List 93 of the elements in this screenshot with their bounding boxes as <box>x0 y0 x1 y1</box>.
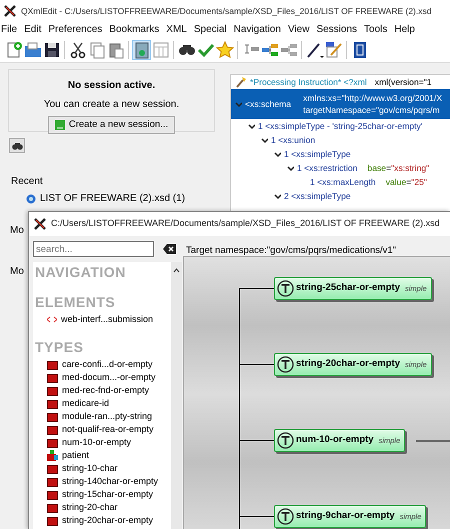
menu-item[interactable]: Preferences <box>47 22 108 37</box>
menu-item[interactable]: Edit <box>23 22 48 37</box>
type-icon <box>47 360 58 370</box>
nav-item[interactable]: string-20char-or-empty <box>62 514 154 528</box>
nav-item[interactable]: medicare-id <box>62 396 110 410</box>
app-logo-icon <box>33 217 47 231</box>
type-icon <box>47 490 58 500</box>
chevron-icon[interactable] <box>261 136 268 144</box>
recent-file-item[interactable]: LIST OF FREEWARE (2).xsd (1) <box>26 191 186 206</box>
nav-item[interactable]: med-rec-fnd-or-empty <box>62 384 150 398</box>
type-icon <box>47 516 58 526</box>
type-icon <box>47 476 58 486</box>
type-icon <box>47 450 58 461</box>
nav-item[interactable]: not-qualif-rea-or-empty <box>62 422 154 436</box>
menu-item[interactable]: Help <box>393 22 421 37</box>
type-icon <box>47 438 58 448</box>
chevron-icon[interactable] <box>274 150 281 158</box>
window-title: C:/Users/LISTOFFREEWARE/Documents/sample/XSD_Files_2016/LIST OF FREEWARE (2).xsd <box>51 217 440 230</box>
section-label: Mo <box>10 265 24 279</box>
create-session-button[interactable]: Create a new session... <box>48 116 176 134</box>
new-file-icon <box>4 40 22 58</box>
menu-item[interactable]: Navigation <box>232 22 287 37</box>
tree-row[interactable]: 1 <xs:restriction base="xs:string" <box>231 161 450 175</box>
tree-row[interactable]: 1 <xs:maxLength value="25" <box>231 175 450 189</box>
document-view-icon <box>132 40 150 58</box>
section-heading: TYPES <box>34 339 84 356</box>
session-hint: You can create a new session. <box>44 98 180 112</box>
nav-item[interactable]: web-interf...submission <box>61 312 154 326</box>
toolbar-button[interactable] <box>132 40 151 60</box>
wand-icon <box>235 76 247 88</box>
clear-icon[interactable] <box>163 244 176 254</box>
folder-icon <box>24 40 42 58</box>
type-icon <box>47 412 58 422</box>
type-icon <box>47 502 58 512</box>
save-icon <box>42 40 60 58</box>
nav-item[interactable]: string-140char-or-empty <box>62 474 158 488</box>
file-icon <box>26 193 36 204</box>
scroll-up-icon[interactable] <box>173 268 180 273</box>
section-heading: NAVIGATION <box>34 264 127 281</box>
tree-row[interactable]: 1 <xs:simpleType - 'string-25char-or-empty' <box>231 119 450 133</box>
menu-item[interactable]: Tools <box>363 22 394 37</box>
tree-row[interactable]: *Processing Instruction* <?xml xml(version="1 <box>231 75 450 89</box>
section-label: Mo <box>10 224 24 238</box>
menu-item[interactable]: Special <box>192 22 233 37</box>
nav-item[interactable]: med-docum...-or-empty <box>62 370 156 384</box>
search-field[interactable]: search... <box>33 241 154 257</box>
target-namespace: Target namespace:"gov/cms/pqrs/medications/v1" <box>186 244 396 258</box>
chevron-icon[interactable] <box>274 192 281 200</box>
pen-icon <box>306 40 324 58</box>
chevron-icon[interactable] <box>248 122 255 130</box>
type-icon <box>47 398 58 408</box>
nav-item[interactable]: string-20-char <box>62 500 118 514</box>
type-circle-icon <box>277 280 294 297</box>
scrollbar[interactable] <box>171 262 182 529</box>
tree-row[interactable]: <xs:schema xmlns:xs="http://www.w3.org/2001/X targetNamespace="gov/cms/pqrs/m <box>231 89 450 119</box>
paste-icon <box>106 40 124 58</box>
code-icon <box>47 316 57 323</box>
chevron-icon[interactable] <box>287 164 294 172</box>
type-circle-icon <box>277 432 294 449</box>
star-icon <box>216 40 234 58</box>
menu-item[interactable]: File <box>0 22 24 37</box>
type-icon <box>47 424 58 434</box>
search-icon <box>178 44 194 54</box>
type-circle-icon <box>277 508 294 525</box>
menu-item[interactable]: Bookmarks <box>108 22 166 37</box>
menu-item[interactable]: View <box>286 22 316 37</box>
nav-item[interactable]: string-10-char <box>62 462 118 476</box>
menu-item[interactable]: Sessions <box>315 22 364 37</box>
type-icon <box>47 372 58 382</box>
nav-item[interactable]: care-confi...d-or-empty <box>62 358 153 372</box>
tree-row[interactable]: 1 <xs:simpleType <box>231 147 450 161</box>
table-icon <box>152 40 170 58</box>
copy-icon <box>88 40 106 58</box>
tree-row[interactable]: 2 <xs:simpleType <box>231 189 450 203</box>
nav-item[interactable]: module-ran...pty-string <box>62 410 152 424</box>
window-title: QXmlEdit - C:/Users/LISTOFFREEWARE/Documents/sample/XSD_Files_2016/LIST OF FREEWARE (2).xsd <box>21 4 432 18</box>
recent-heading: Recent <box>11 175 43 189</box>
scissors-icon <box>68 40 86 58</box>
binoculars-icon <box>12 142 22 150</box>
nav-item[interactable]: num-10-or-empty <box>62 436 132 450</box>
type-icon <box>47 464 58 474</box>
tree-row[interactable]: 1 <xs:union <box>231 133 450 147</box>
xsd-pen-icon <box>324 40 342 58</box>
menu-item[interactable]: XML <box>165 22 193 37</box>
type-icon <box>47 386 58 396</box>
nav-item[interactable]: string-15char-or-empty <box>62 488 154 502</box>
app-logo-icon <box>3 4 17 18</box>
section-heading: ELEMENTS <box>34 294 116 311</box>
type-circle-icon <box>277 356 294 373</box>
session-status: No session active. <box>68 79 156 93</box>
search-button[interactable] <box>9 138 25 153</box>
sheet-icon <box>54 120 65 130</box>
nav-item[interactable]: patient <box>62 448 90 462</box>
